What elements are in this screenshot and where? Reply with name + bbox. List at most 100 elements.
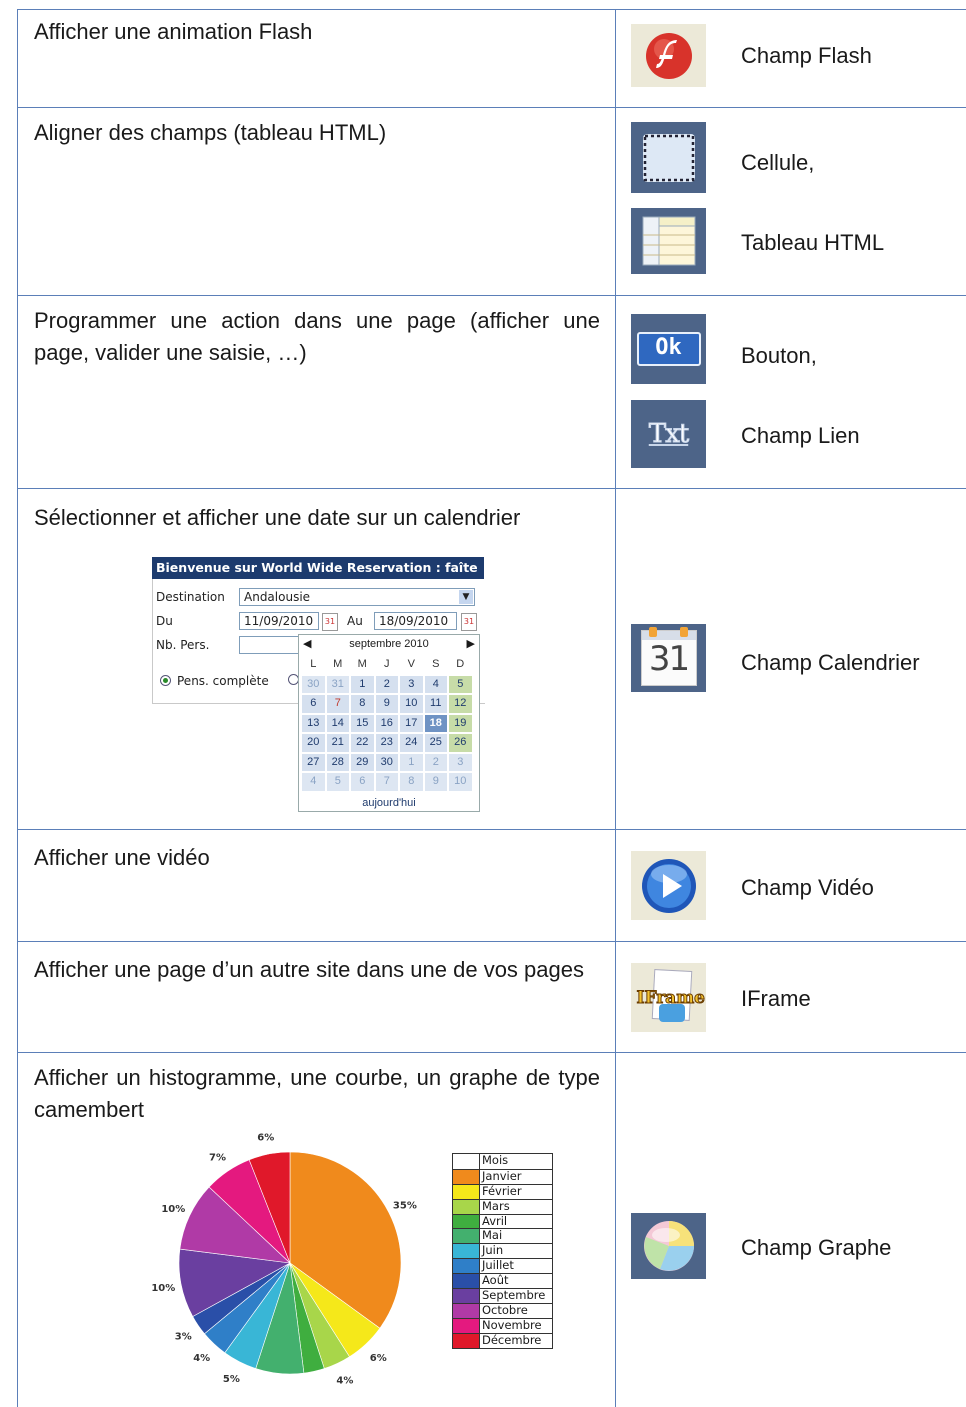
slice-label: 3% xyxy=(175,1332,192,1343)
destination-label: Destination xyxy=(156,590,225,604)
calendar-day[interactable]: 11 xyxy=(423,694,448,714)
legend-swatch xyxy=(453,1229,480,1244)
calendar-day[interactable]: 19 xyxy=(448,713,473,733)
calendar-day[interactable]: 2 xyxy=(374,674,399,694)
calendar-picker-icon[interactable]: 31 xyxy=(461,613,477,631)
calendar-day[interactable]: 9 xyxy=(423,772,448,792)
weekday-header: S xyxy=(423,655,448,675)
pers-input[interactable] xyxy=(239,636,299,654)
calendar-day[interactable]: 29 xyxy=(350,752,375,772)
legend-entry: Février xyxy=(453,1183,552,1199)
legend-text: Mars xyxy=(482,1198,510,1213)
legend-swatch xyxy=(453,1214,480,1229)
calendar-day[interactable]: 12 xyxy=(448,694,473,714)
calendar-day[interactable]: 22 xyxy=(350,733,375,753)
legend-swatch xyxy=(453,1244,480,1259)
calendar-day[interactable]: 1 xyxy=(399,752,424,772)
slice-label: 4% xyxy=(336,1376,353,1384)
slice-label: 4% xyxy=(193,1353,210,1364)
calendar-day[interactable]: 26 xyxy=(448,733,473,753)
calendar-day[interactable]: 5 xyxy=(448,674,473,694)
calendar-day[interactable]: 5 xyxy=(325,772,350,792)
iframe-icon-text: IFrame xyxy=(636,987,706,1008)
du-date-input[interactable]: 11/09/2010 xyxy=(239,612,319,630)
legend-entry: Juillet xyxy=(453,1258,552,1274)
calendar-day[interactable]: 16 xyxy=(374,713,399,733)
calendar-day[interactable]: 30 xyxy=(374,752,399,772)
chevron-down-icon[interactable]: ▼ xyxy=(459,590,473,604)
calendar-day[interactable]: 7 xyxy=(374,772,399,792)
calendar-day[interactable]: 10 xyxy=(399,694,424,714)
item-label: IFrame xyxy=(741,986,811,1011)
slice-label: 6% xyxy=(257,1132,274,1143)
calendar-day[interactable]: 30 xyxy=(301,674,326,694)
calendar-day[interactable]: 6 xyxy=(301,694,326,714)
legend-text: Décembre xyxy=(482,1332,542,1347)
calendar-day[interactable]: 28 xyxy=(325,752,350,772)
calendar-day[interactable]: 17 xyxy=(399,713,424,733)
calendar-day[interactable]: 21 xyxy=(325,733,350,753)
weekday-header: L xyxy=(301,655,326,675)
weekday-header: V xyxy=(399,655,424,675)
legend-text: Août xyxy=(482,1273,509,1288)
calendar-day[interactable]: 9 xyxy=(374,694,399,714)
calendar-day[interactable]: 27 xyxy=(301,752,326,772)
ok-icon-text: Ok xyxy=(636,332,701,366)
item-label: Champ Flash xyxy=(741,43,872,68)
calendar-day[interactable]: 3 xyxy=(448,752,473,772)
prev-month-icon[interactable]: ◀ xyxy=(303,635,311,653)
slice-label: 7% xyxy=(209,1152,226,1163)
legend-text: Mai xyxy=(482,1228,503,1243)
weekday-header: D xyxy=(448,655,473,675)
legend-text: Avril xyxy=(482,1213,508,1228)
column-divider xyxy=(615,9,616,1407)
calendar-day[interactable]: 24 xyxy=(399,733,424,753)
destination-select[interactable]: Andalousie ▼ xyxy=(239,588,475,606)
calendar-day[interactable]: 10 xyxy=(448,772,473,792)
calendar-day[interactable]: 6 xyxy=(350,772,375,792)
item-label: Champ Vidéo xyxy=(741,875,874,900)
next-month-icon[interactable]: ▶ xyxy=(467,635,475,653)
radio-button[interactable] xyxy=(160,675,171,686)
calendar-day[interactable]: 1 xyxy=(350,674,375,694)
calendar-day[interactable]: 18 xyxy=(423,713,448,733)
au-date-input[interactable]: 18/09/2010 xyxy=(374,612,457,630)
today-link[interactable]: aujourd'hui xyxy=(299,797,479,809)
calendar-day[interactable]: 3 xyxy=(399,674,424,694)
du-label: Du xyxy=(156,614,173,628)
calendar-day[interactable]: 13 xyxy=(301,713,326,733)
legend-entry: Mai xyxy=(453,1228,552,1244)
row-divider xyxy=(17,295,966,296)
row-description: Afficher une vidéo xyxy=(34,845,210,870)
row-description: Afficher une animation Flash xyxy=(34,19,313,44)
calendar-day[interactable]: 8 xyxy=(350,694,375,714)
calendar-day[interactable]: 7 xyxy=(325,694,350,714)
calendar-day[interactable]: 15 xyxy=(350,713,375,733)
calendar-day[interactable]: 25 xyxy=(423,733,448,753)
calendar-day[interactable]: 2 xyxy=(423,752,448,772)
calendar-day[interactable]: 4 xyxy=(423,674,448,694)
row-description: Programmer une action dans une page (aff… xyxy=(34,308,600,365)
pers-label: Nb. Pers. xyxy=(156,638,210,652)
legend-entry: Octobre xyxy=(453,1302,552,1318)
legend-entry: Septembre xyxy=(453,1288,552,1303)
calendar-day[interactable]: 20 xyxy=(301,733,326,753)
row-divider xyxy=(17,9,966,10)
month-nav: ◀ septembre 2010 ▶ xyxy=(299,635,479,653)
calendar-day[interactable]: 23 xyxy=(374,733,399,753)
legend-entry: Juin xyxy=(453,1243,552,1259)
calendar-day[interactable]: 8 xyxy=(399,772,424,792)
iframe-icon: IFrame xyxy=(631,963,706,1032)
legend-entry: Novembre xyxy=(453,1317,552,1333)
weekday-header: M xyxy=(350,655,375,675)
calendar-day[interactable]: 31 xyxy=(325,674,350,694)
calendar-day[interactable]: 14 xyxy=(325,713,350,733)
calendar-picker-icon[interactable]: 31 xyxy=(322,613,338,631)
radio-label: Pens. complète xyxy=(177,674,269,688)
weekday-header: J xyxy=(374,655,399,675)
legend-text: Janvier xyxy=(482,1168,522,1183)
slice-label: 10% xyxy=(151,1283,175,1294)
calendar-day[interactable]: 4 xyxy=(301,772,326,792)
row-divider xyxy=(17,941,966,942)
legend-swatch xyxy=(453,1199,480,1214)
